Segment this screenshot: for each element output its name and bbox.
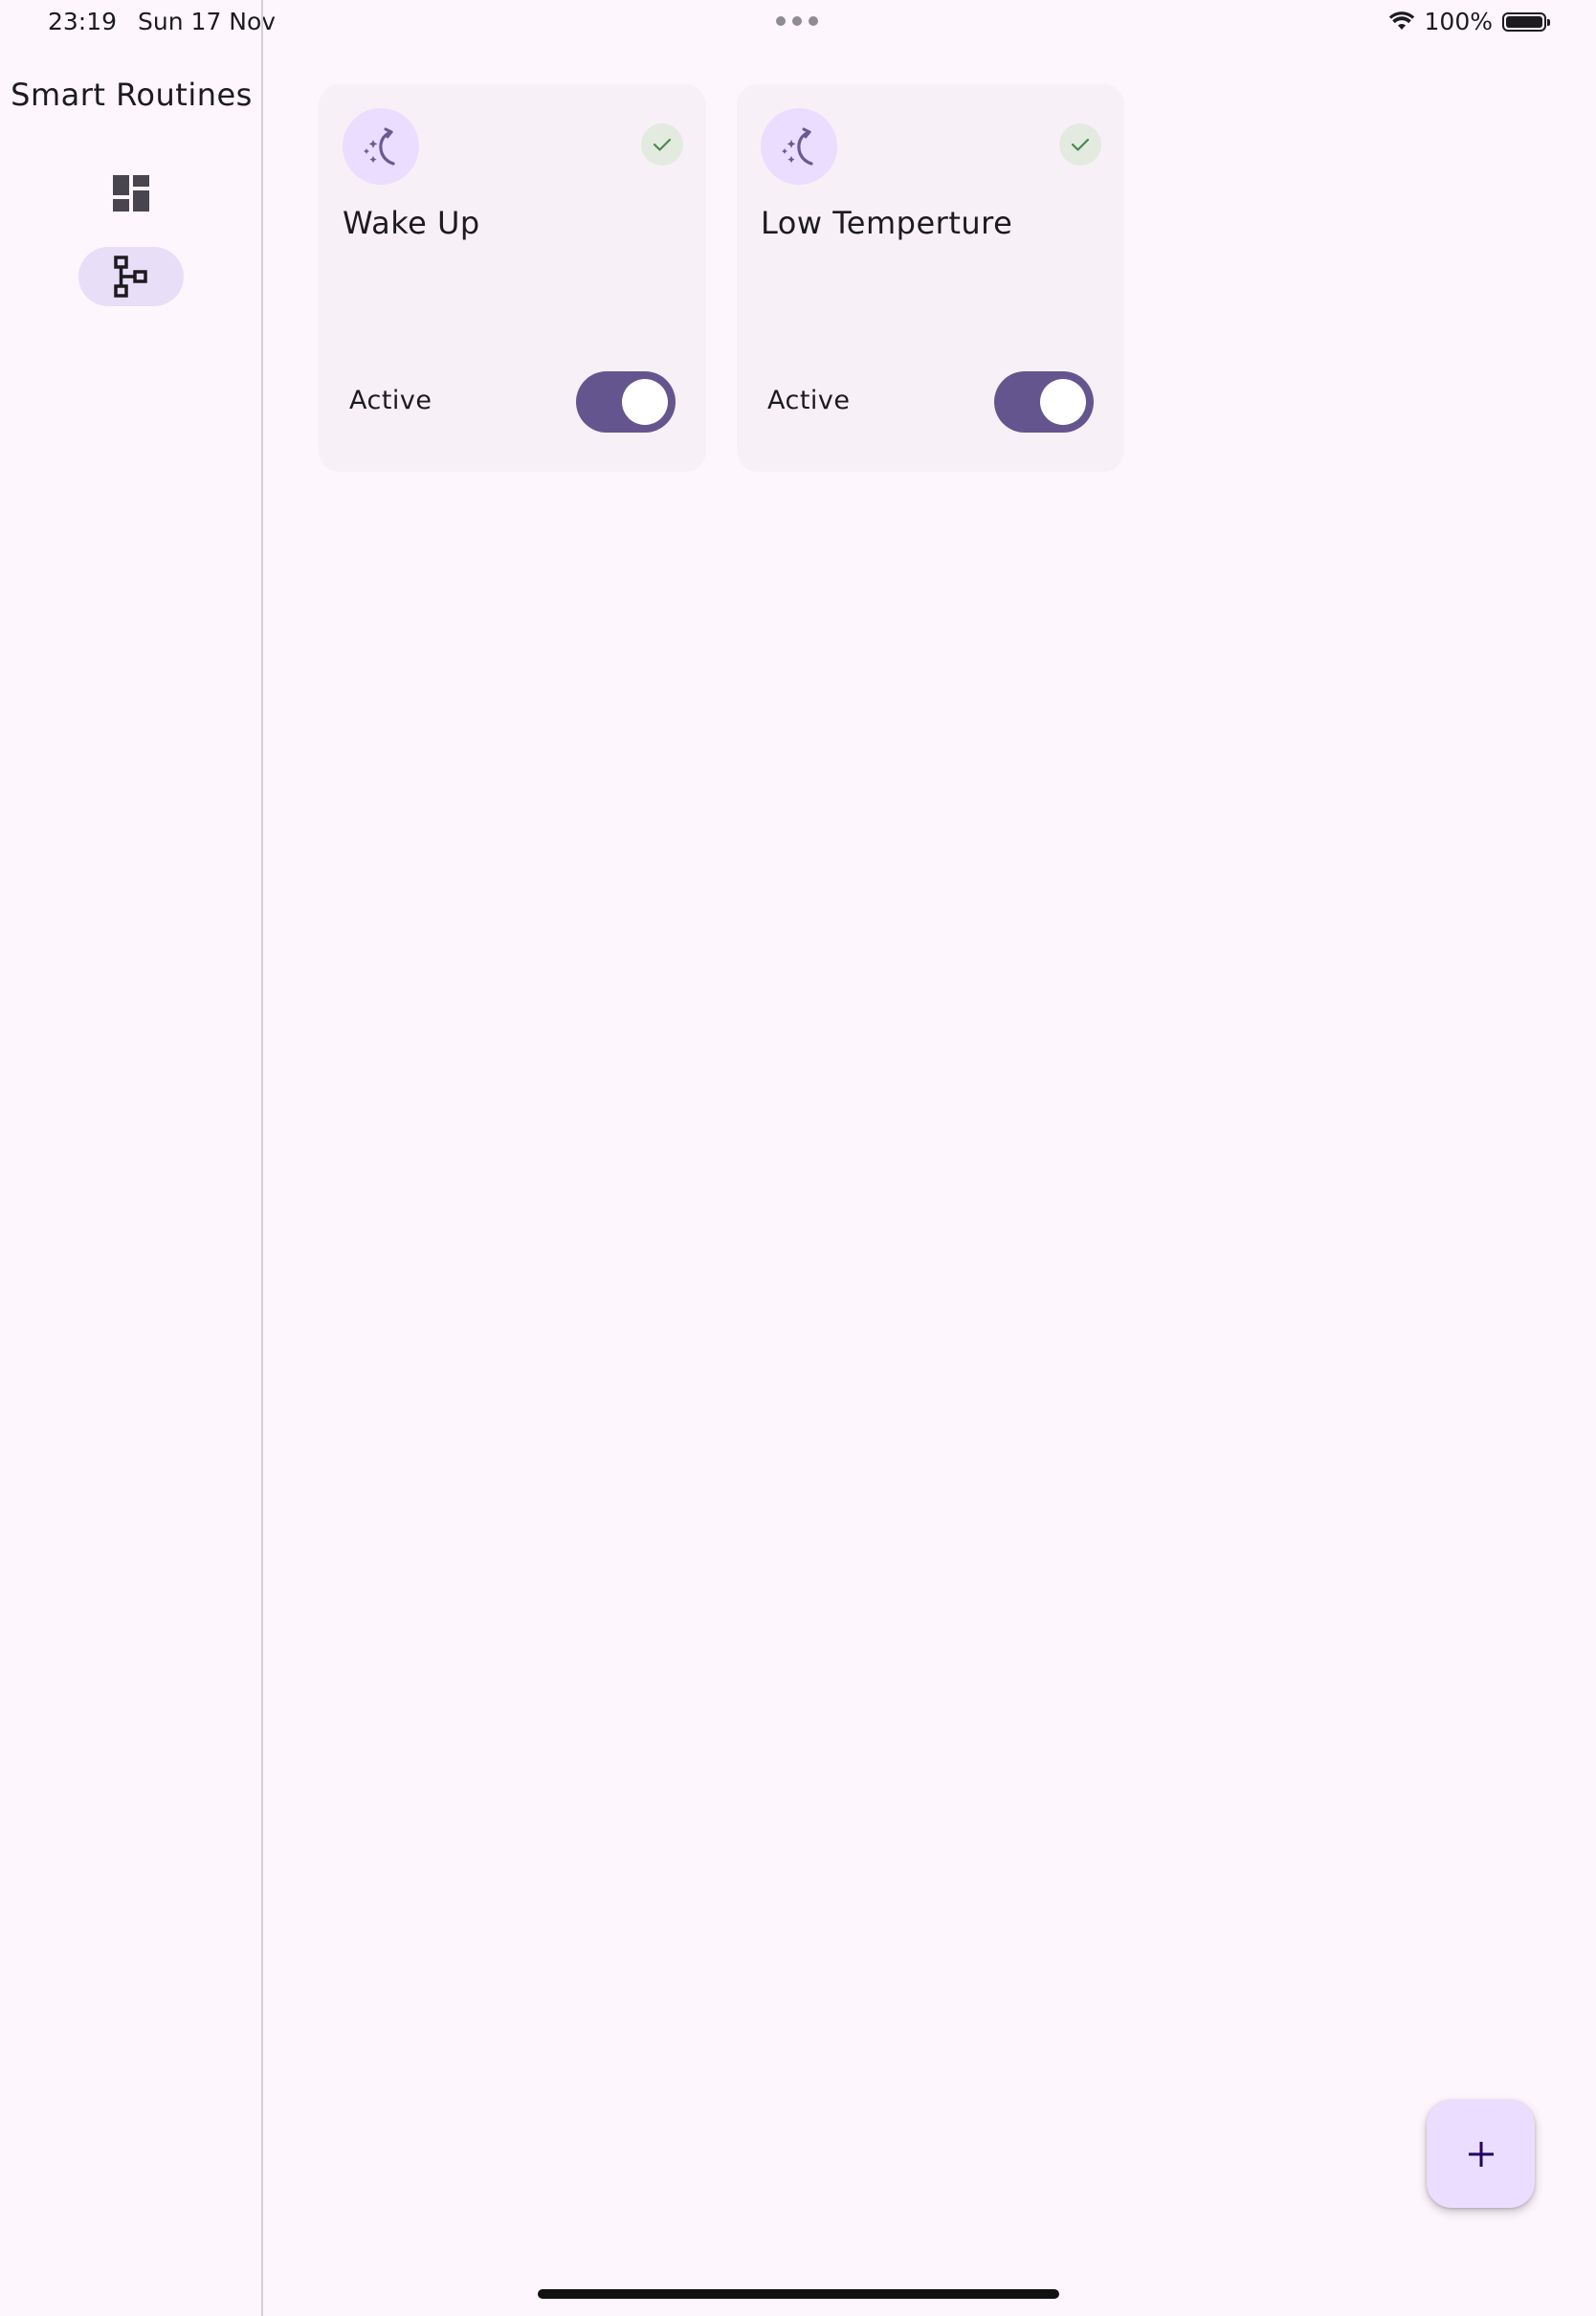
night-sight-auto-icon xyxy=(364,127,395,166)
toggle-thumb xyxy=(1040,379,1086,425)
routine-icon-badge xyxy=(343,108,419,185)
routine-status-badge xyxy=(641,123,683,166)
routine-status-badge xyxy=(1059,123,1101,166)
check-icon xyxy=(653,138,672,151)
battery-icon xyxy=(1502,11,1550,32)
routine-icon-badge xyxy=(761,108,837,185)
active-toggle[interactable] xyxy=(994,371,1094,433)
add-icon xyxy=(1468,2141,1494,2167)
routine-title: Wake Up xyxy=(343,205,480,241)
battery-percentage: 100% xyxy=(1424,8,1493,35)
home-indicator[interactable] xyxy=(538,2289,1059,2299)
dashboard-icon xyxy=(113,175,149,212)
check-icon xyxy=(1071,138,1090,151)
status-bar-right: 100% xyxy=(1388,8,1550,35)
add-routine-button[interactable] xyxy=(1427,2100,1535,2208)
navigation-rail: Smart Routines xyxy=(0,0,263,2316)
app-title: Smart Routines xyxy=(11,77,253,113)
account-tree-icon xyxy=(114,256,147,298)
routine-card-low-temperture[interactable]: Low Temperture Active xyxy=(737,84,1124,472)
nav-item-routines[interactable] xyxy=(78,247,184,306)
active-toggle[interactable] xyxy=(576,371,676,433)
active-label: Active xyxy=(349,386,432,415)
toggle-thumb xyxy=(622,379,668,425)
nav-item-dashboard[interactable] xyxy=(78,164,184,223)
multitasking-dots[interactable] xyxy=(776,16,818,26)
wifi-icon xyxy=(1388,11,1414,30)
routine-card-wake-up[interactable]: Wake Up Active xyxy=(319,84,706,472)
routine-title: Low Temperture xyxy=(761,205,1013,241)
night-sight-auto-icon xyxy=(782,127,813,166)
active-label: Active xyxy=(767,386,851,415)
